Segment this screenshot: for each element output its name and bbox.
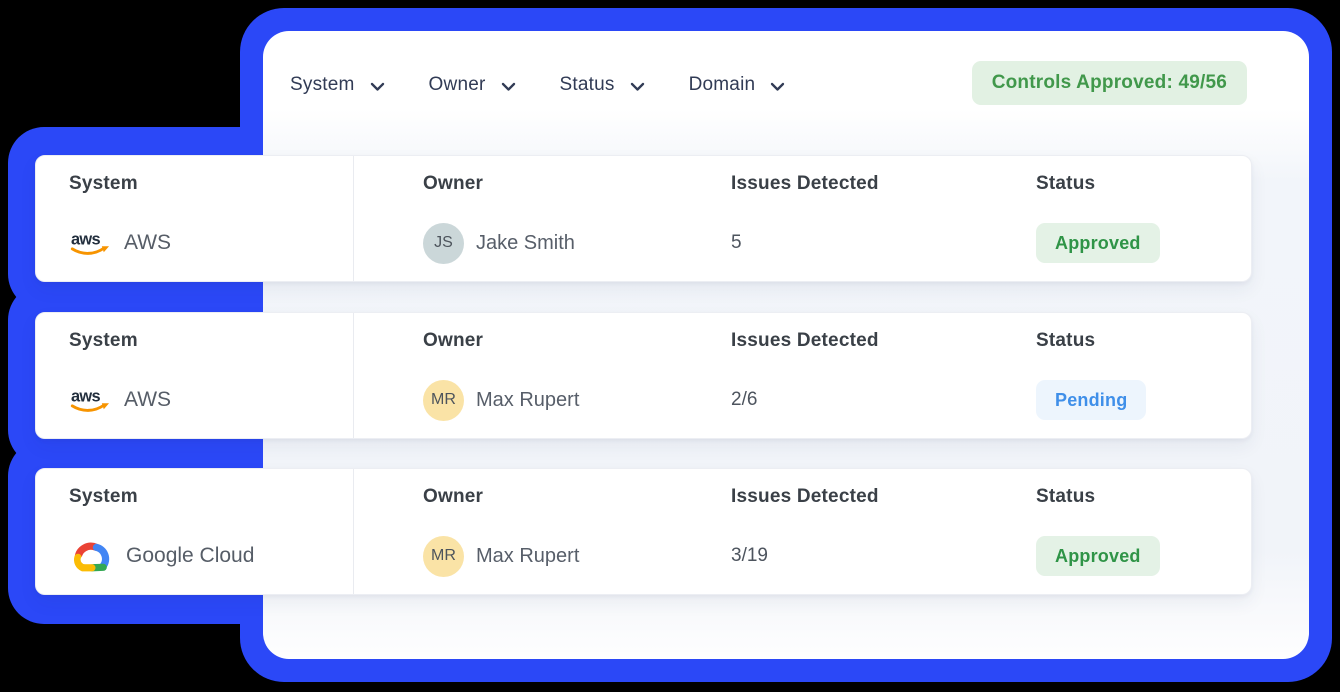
- chevron-down-icon: [770, 82, 785, 92]
- issues-value: 5: [731, 232, 742, 254]
- column-divider: [353, 469, 354, 594]
- filter-dropdown-owner[interactable]: Owner: [429, 74, 516, 96]
- svg-text:aws: aws: [71, 230, 101, 248]
- issues-value: 3/19: [731, 545, 768, 567]
- svg-text:aws: aws: [71, 387, 101, 405]
- column-header-system: System: [69, 173, 138, 195]
- column-header-issues: Issues Detected: [731, 173, 879, 195]
- issues-value: 2/6: [731, 389, 757, 411]
- column-header-status: Status: [1036, 173, 1095, 195]
- chevron-down-icon: [630, 82, 645, 92]
- column-header-system: System: [69, 486, 138, 508]
- filter-label: Status: [560, 74, 615, 96]
- column-header-status: Status: [1036, 330, 1095, 352]
- filter-label: System: [290, 74, 355, 96]
- controls-approved-badge: Controls Approved: 49/56: [972, 61, 1247, 105]
- filter-label: Owner: [429, 74, 486, 96]
- aws-logo-icon: aws: [69, 228, 111, 258]
- system-name: AWS: [124, 388, 171, 412]
- system-name: Google Cloud: [126, 544, 254, 568]
- chevron-down-icon: [370, 82, 385, 92]
- column-header-issues: Issues Detected: [731, 330, 879, 352]
- column-header-owner: Owner: [423, 173, 483, 195]
- avatar: MR: [423, 380, 464, 421]
- table-row[interactable]: System aws AWS Owner MR Max Rupert Iss: [35, 312, 1252, 439]
- avatar: JS: [423, 223, 464, 264]
- compliance-dashboard: System Owner Status: [0, 0, 1340, 692]
- filter-dropdown-system[interactable]: System: [290, 74, 385, 96]
- filter-dropdown-domain[interactable]: Domain: [689, 74, 786, 96]
- column-header-status: Status: [1036, 486, 1095, 508]
- column-header-owner: Owner: [423, 330, 483, 352]
- column-header-owner: Owner: [423, 486, 483, 508]
- owner-name: Max Rupert: [476, 545, 579, 568]
- avatar: MR: [423, 536, 464, 577]
- status-badge: Pending: [1036, 380, 1146, 420]
- aws-logo-icon: aws: [69, 385, 111, 415]
- system-name: AWS: [124, 231, 171, 255]
- status-badge: Approved: [1036, 536, 1160, 576]
- owner-name: Max Rupert: [476, 389, 579, 412]
- column-divider: [353, 313, 354, 438]
- column-divider: [353, 156, 354, 281]
- filter-label: Domain: [689, 74, 756, 96]
- google-cloud-logo-icon: [69, 537, 113, 575]
- status-badge: Approved: [1036, 223, 1160, 263]
- table-row[interactable]: System aws AWS Owner JS Jake Smith Iss: [35, 155, 1252, 282]
- owner-name: Jake Smith: [476, 232, 575, 255]
- column-header-issues: Issues Detected: [731, 486, 879, 508]
- chevron-down-icon: [501, 82, 516, 92]
- column-header-system: System: [69, 330, 138, 352]
- filter-dropdown-status[interactable]: Status: [560, 74, 645, 96]
- table-row[interactable]: System Google Cloud Owner: [35, 468, 1252, 595]
